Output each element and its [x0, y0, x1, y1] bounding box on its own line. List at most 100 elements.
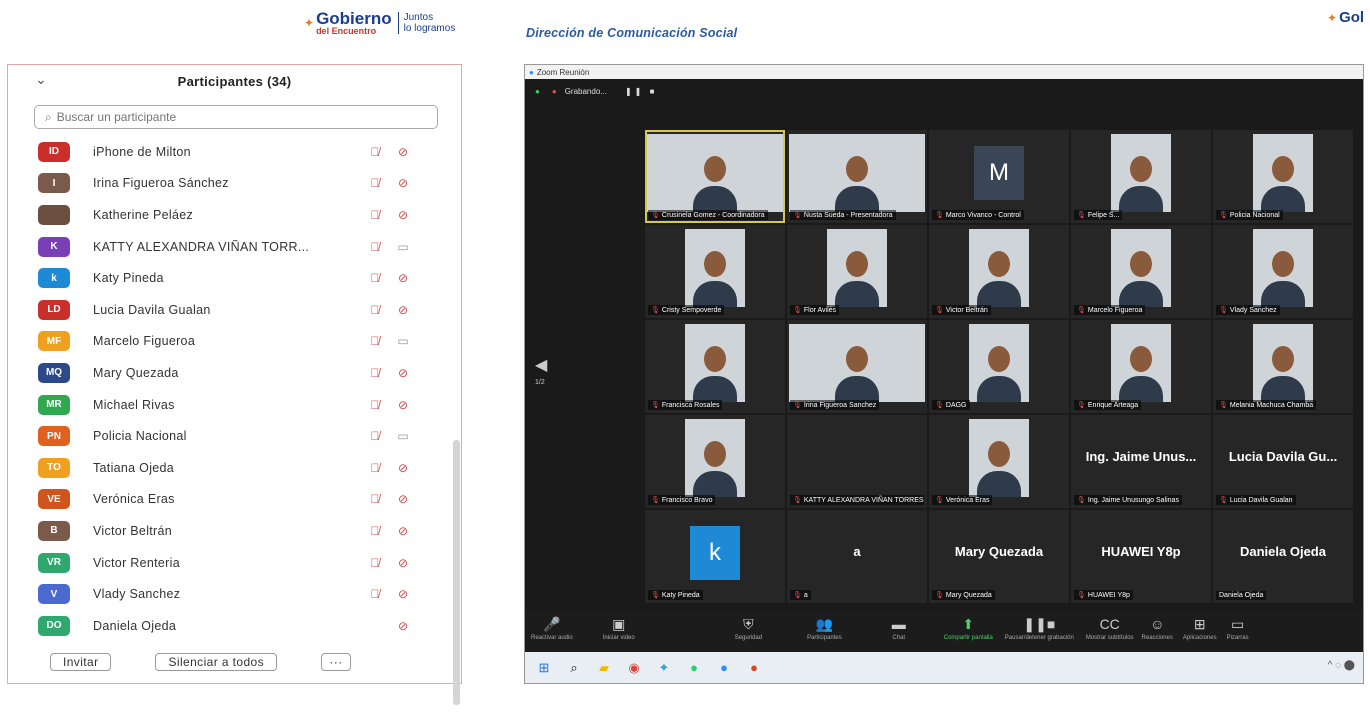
search-icon[interactable]: ⌕	[563, 657, 585, 679]
video-tile[interactable]: 🎙 Francisco Bravo	[645, 415, 785, 508]
windows-start-icon[interactable]: ⊞	[533, 657, 555, 679]
video-off-icon[interactable]: ⊘	[389, 492, 417, 506]
mute-all-button[interactable]: Silenciar a todos	[155, 653, 278, 671]
video-tile[interactable]: 🎙 Vlady Sanchez	[1213, 225, 1353, 318]
mic-muted-icon[interactable]: 🎙̸	[361, 556, 389, 570]
whatsapp-icon[interactable]: ●	[683, 657, 705, 679]
video-tile[interactable]: 🎙 Policia Nacional	[1213, 130, 1353, 223]
share-screen-button[interactable]: ⬆ Compartir pantalla	[944, 613, 993, 641]
record-button[interactable]: ❚❚■ Pausar/detener grabación	[1005, 613, 1074, 641]
apps-button[interactable]: ⊞ Aplicaciones	[1183, 613, 1217, 641]
video-tile[interactable]: HUAWEI Y8p 🎙 HUAWEI Y8p	[1071, 510, 1211, 603]
mic-muted-icon[interactable]: 🎙̸	[361, 524, 389, 538]
video-off-icon[interactable]: ⊘	[389, 524, 417, 538]
participant-row[interactable]: K KATTY ALEXANDRA VIÑAN TORR... 🎙̸ ▭	[34, 231, 444, 263]
mic-muted-icon[interactable]: 🎙̸	[361, 587, 389, 601]
video-tile[interactable]: Daniela Ojeda Daniela Ojeda	[1213, 510, 1353, 603]
participant-row[interactable]: VR Victor Renteria 🎙̸ ⊘	[34, 547, 444, 579]
shield-button[interactable]: ⛨ Seguridad	[735, 613, 762, 641]
mic-muted-icon[interactable]: 🎙̸	[361, 176, 389, 190]
participant-row[interactable]: V Vlady Sanchez 🎙̸ ⊘	[34, 578, 444, 610]
chat-button[interactable]: ▬ Chat	[892, 613, 906, 641]
video-tile[interactable]: Ing. Jaime Unus... 🎙 Ing. Jaime Unusungo S…	[1071, 415, 1211, 508]
video-off-icon[interactable]: ⊘	[389, 176, 417, 190]
participant-row[interactable]: B Victor Beltrán 🎙̸ ⊘	[34, 515, 444, 547]
participant-row[interactable]: I Irina Figueroa Sánchez 🎙̸ ⊘	[34, 168, 444, 200]
participant-row[interactable]: PN Policia Nacional 🎙̸ ▭	[34, 420, 444, 452]
mic-muted-icon[interactable]: 🎙̸	[361, 208, 389, 222]
participant-row[interactable]: MF Marcelo Figueroa 🎙̸ ▭	[34, 326, 444, 358]
video-off-button[interactable]: ▣ Iniciar video	[603, 613, 635, 641]
participant-row[interactable]: MR Michael Rivas 🎙̸ ⊘	[34, 389, 444, 421]
video-tile[interactable]: 🎙 Crusinela Gomez - Coordinadora	[645, 130, 785, 223]
recording-controls[interactable]: ❚❚ ■	[625, 87, 657, 96]
mic-off-button[interactable]: 🎤 Reactivar audio	[531, 613, 573, 641]
mic-muted-icon[interactable]: 🎙̸	[361, 303, 389, 317]
video-off-icon[interactable]: ⊘	[389, 303, 417, 317]
mic-muted-icon[interactable]: 🎙̸	[361, 461, 389, 475]
chevron-down-icon[interactable]: ⌄	[35, 71, 47, 88]
video-tile[interactable]: 🎙 KATTY ALEXANDRA VIÑAN TORRES	[787, 415, 927, 508]
video-off-icon[interactable]: ⊘	[389, 366, 417, 380]
participant-row[interactable]: MQ Mary Quezada 🎙̸ ⊘	[34, 357, 444, 389]
video-off-icon[interactable]: ⊘	[389, 619, 417, 633]
participant-row[interactable]: LD Lucia Davila Gualan 🎙̸ ⊘	[34, 294, 444, 326]
video-tile[interactable]: 🎙 Francisca Rosales	[645, 320, 785, 413]
search-input[interactable]	[56, 110, 417, 124]
mic-muted-icon[interactable]: 🎙̸	[361, 429, 389, 443]
video-tile[interactable]: 🎙 Enrique Arteaga	[1071, 320, 1211, 413]
participant-row[interactable]: TO Tatiana Ojeda 🎙̸ ⊘	[34, 452, 444, 484]
chrome-icon[interactable]: ◉	[623, 657, 645, 679]
video-tile[interactable]: k 🎙 Katy Pineda	[645, 510, 785, 603]
video-tile[interactable]: 🎙 Marcelo Figueroa	[1071, 225, 1211, 318]
video-on-icon[interactable]: ▭	[389, 429, 417, 443]
video-tile[interactable]: 🎙 Felipe S...	[1071, 130, 1211, 223]
reactions-button[interactable]: ☺ Reacciones	[1142, 613, 1173, 641]
invite-button[interactable]: Invitar	[50, 653, 112, 671]
video-tile[interactable]: 🎙 Nusta Sueda - Presentadora	[787, 130, 927, 223]
scrollbar[interactable]	[453, 440, 460, 705]
video-tile[interactable]: 🎙 Flor Avilés	[787, 225, 927, 318]
powerpoint-icon[interactable]: ●	[743, 657, 765, 679]
video-off-icon[interactable]: ⊘	[389, 145, 417, 159]
video-tile[interactable]: 🎙 Victor Beltrán	[929, 225, 1069, 318]
video-on-icon[interactable]: ▭	[389, 240, 417, 254]
chevron-left-icon[interactable]: ◀	[535, 357, 547, 374]
mic-muted-icon[interactable]: 🎙̸	[361, 240, 389, 254]
video-tile[interactable]: 🎙 Melania Machuca Chamba	[1213, 320, 1353, 413]
participants-button[interactable]: 👥 Participantes	[807, 613, 842, 641]
video-tile[interactable]: 🎙 Verónica Eras	[929, 415, 1069, 508]
security-shield-icon[interactable]: ●	[535, 87, 540, 96]
video-tile[interactable]: 🎙 DAGG	[929, 320, 1069, 413]
cc-button[interactable]: CC Mostrar subtítulos	[1086, 613, 1134, 641]
participant-row[interactable]: k Katy Pineda 🎙̸ ⊘	[34, 262, 444, 294]
participant-row[interactable]: Katherine Peláez 🎙̸ ⊘	[34, 199, 444, 231]
mic-muted-icon[interactable]: 🎙̸	[361, 271, 389, 285]
mic-muted-icon[interactable]: 🎙̸	[361, 492, 389, 506]
video-tile[interactable]: 🎙 Cristy Sempoverde	[645, 225, 785, 318]
mic-muted-icon[interactable]: 🎙̸	[361, 366, 389, 380]
video-tile[interactable]: M 🎙 Marco Vivanco - Control	[929, 130, 1069, 223]
file-explorer-icon[interactable]: ▰	[593, 657, 615, 679]
video-tile[interactable]: a 🎙 a	[787, 510, 927, 603]
video-off-icon[interactable]: ⊘	[389, 461, 417, 475]
mic-muted-icon[interactable]: 🎙̸	[361, 398, 389, 412]
zoom-icon[interactable]: ●	[713, 657, 735, 679]
system-tray[interactable]: ^ ◌ ⬤	[1328, 660, 1355, 671]
participant-row[interactable]: DO Daniela Ojeda ⊘	[34, 610, 444, 642]
whiteboard-button[interactable]: ▭ Pizarras	[1227, 613, 1249, 641]
page-nav[interactable]: ◀ 1/2	[535, 355, 547, 386]
video-tile[interactable]: 🎙 Irina Figueroa Sanchez	[787, 320, 927, 413]
video-on-icon[interactable]: ▭	[389, 334, 417, 348]
video-off-icon[interactable]: ⊘	[389, 556, 417, 570]
video-tile[interactable]: Mary Quezada 🎙 Mary Quezada	[929, 510, 1069, 603]
video-off-icon[interactable]: ⊘	[389, 271, 417, 285]
video-tile[interactable]: Lucia Davila Gu... 🎙 Lucia Davila Gualan	[1213, 415, 1353, 508]
video-off-icon[interactable]: ⊘	[389, 208, 417, 222]
app-icon[interactable]: ✦	[653, 657, 675, 679]
more-options-button[interactable]: ···	[321, 653, 352, 671]
participant-row[interactable]: VE Verónica Eras 🎙̸ ⊘	[34, 484, 444, 516]
video-off-icon[interactable]: ⊘	[389, 587, 417, 601]
participant-row[interactable]: ID iPhone de Milton 🎙̸ ⊘	[34, 136, 444, 168]
mic-muted-icon[interactable]: 🎙̸	[361, 334, 389, 348]
